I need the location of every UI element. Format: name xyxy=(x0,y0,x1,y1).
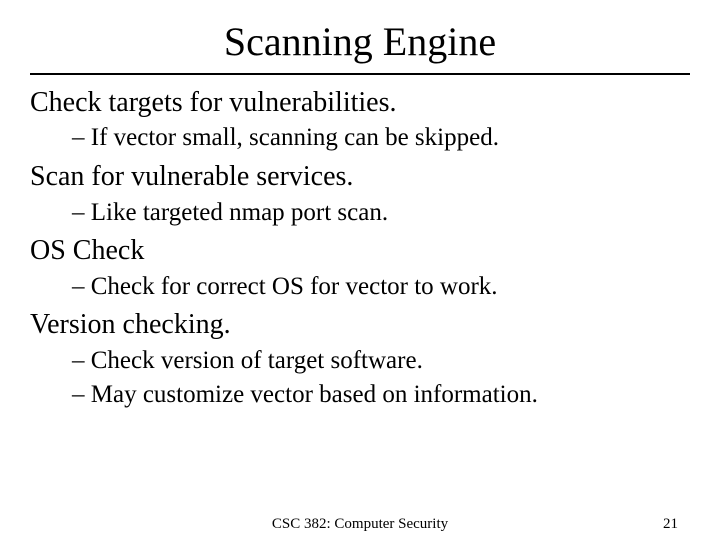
main-item: OS Check xyxy=(30,233,690,269)
footer-page-number: 21 xyxy=(663,516,678,533)
sub-item: – May customize vector based on informat… xyxy=(30,378,690,412)
footer-course: CSC 382: Computer Security xyxy=(272,516,448,533)
sub-item: – Check for correct OS for vector to wor… xyxy=(30,270,690,304)
main-item: Scan for vulnerable services. xyxy=(30,159,690,195)
slide-title: Scanning Engine xyxy=(30,18,690,65)
sub-item: – Check version of target software. xyxy=(30,344,690,378)
sub-item: – If vector small, scanning can be skipp… xyxy=(30,121,690,155)
content-block: Check targets for vulnerabilities. – If … xyxy=(30,85,690,411)
main-item: Version checking. xyxy=(30,307,690,343)
main-item: Check targets for vulnerabilities. xyxy=(30,85,690,121)
title-divider xyxy=(30,73,690,75)
sub-item: – Like targeted nmap port scan. xyxy=(30,196,690,230)
